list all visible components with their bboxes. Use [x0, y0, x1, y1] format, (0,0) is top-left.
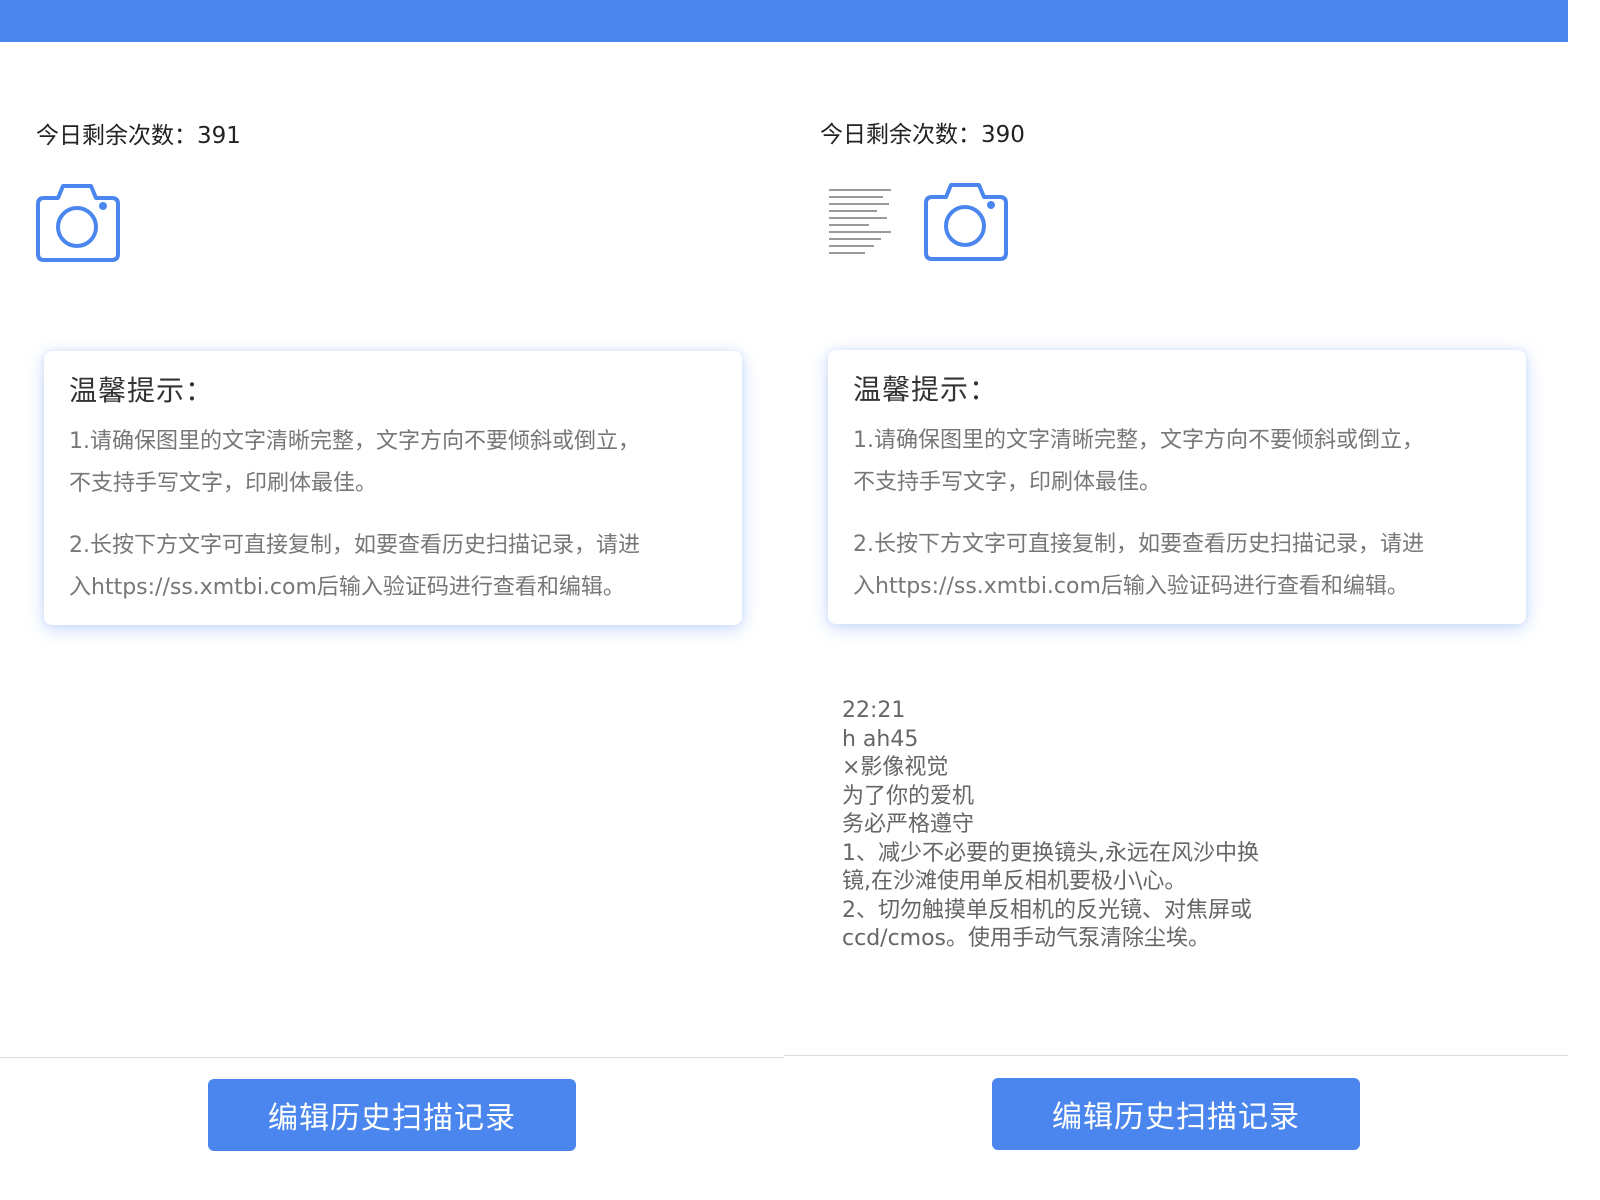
ocr-line[interactable]: 1、减少不必要的更换镜头,永远在风沙中换 — [842, 840, 1259, 869]
ocr-line[interactable]: ccd/cmos。使用手动气泵清除尘埃。 — [842, 925, 1259, 954]
edit-history-button[interactable]: 编辑历史扫描记录 — [208, 1079, 576, 1151]
camera-icon — [924, 183, 1008, 261]
scanned-image-thumbnail[interactable] — [826, 184, 898, 262]
top-bar — [784, 0, 1568, 42]
tips-line: 1.请确保图里的文字清晰完整，文字方向不要倾斜或倒立， — [69, 429, 640, 454]
app-screen-left: 今日剩余次数：391 温馨提示： 1.请确保图里的文字清晰完整，文字方向不要倾斜… — [0, 0, 784, 1200]
tips-line: 1.请确保图里的文字清晰完整，文字方向不要倾斜或倒立， — [853, 428, 1424, 453]
camera-icon — [36, 184, 120, 262]
camera-button[interactable] — [36, 180, 122, 264]
tips-line: 入https://ss.xmtbi.com后输入验证码进行查看和编辑。 — [69, 575, 625, 600]
tips-title: 温馨提示： — [853, 373, 999, 406]
tips-line: 2.长按下方文字可直接复制，如要查看历史扫描记录，请进 — [69, 533, 640, 558]
ocr-line[interactable]: h ah45 — [842, 726, 1259, 755]
remaining-count: 今日剩余次数：390 — [820, 122, 1025, 148]
camera-button[interactable] — [924, 179, 1010, 263]
ocr-line[interactable]: 镜,在沙滩使用单反相机要极小\心。 — [842, 868, 1259, 897]
tips-card: 温馨提示： 1.请确保图里的文字清晰完整，文字方向不要倾斜或倒立， 不支持手写文… — [828, 350, 1526, 624]
tips-line: 不支持手写文字，印刷体最佳。 — [69, 471, 378, 496]
tips-title: 温馨提示： — [69, 374, 215, 407]
ocr-line[interactable]: 2、切勿触摸单反相机的反光镜、对焦屏或 — [842, 897, 1259, 926]
ocr-line[interactable]: 务必严格遵守 — [842, 811, 1259, 840]
tips-line: 2.长按下方文字可直接复制，如要查看历史扫描记录，请进 — [853, 532, 1424, 557]
ocr-result-text[interactable]: 22:21 h ah45 ×影像视觉 为了你的爱机 务必严格遵守 1、减少不必要… — [842, 697, 1259, 954]
tips-card: 温馨提示： 1.请确保图里的文字清晰完整，文字方向不要倾斜或倒立， 不支持手写文… — [44, 351, 742, 625]
edit-history-button[interactable]: 编辑历史扫描记录 — [992, 1078, 1360, 1150]
tips-line: 不支持手写文字，印刷体最佳。 — [853, 470, 1162, 495]
tips-line: 入https://ss.xmtbi.com后输入验证码进行查看和编辑。 — [853, 574, 1409, 599]
ocr-line[interactable]: 22:21 — [842, 697, 1259, 726]
ocr-line[interactable]: 为了你的爱机 — [842, 783, 1259, 812]
ocr-line[interactable]: ×影像视觉 — [842, 754, 1259, 783]
app-screen-right: 今日剩余次数：390 温馨提示： 1.请确保图里的文字清晰完整，文字方向不要倾斜… — [784, 0, 1568, 1200]
remaining-count: 今日剩余次数：391 — [36, 123, 241, 149]
footer-divider — [0, 1057, 784, 1058]
top-bar — [0, 0, 784, 42]
footer-divider — [784, 1055, 1568, 1056]
